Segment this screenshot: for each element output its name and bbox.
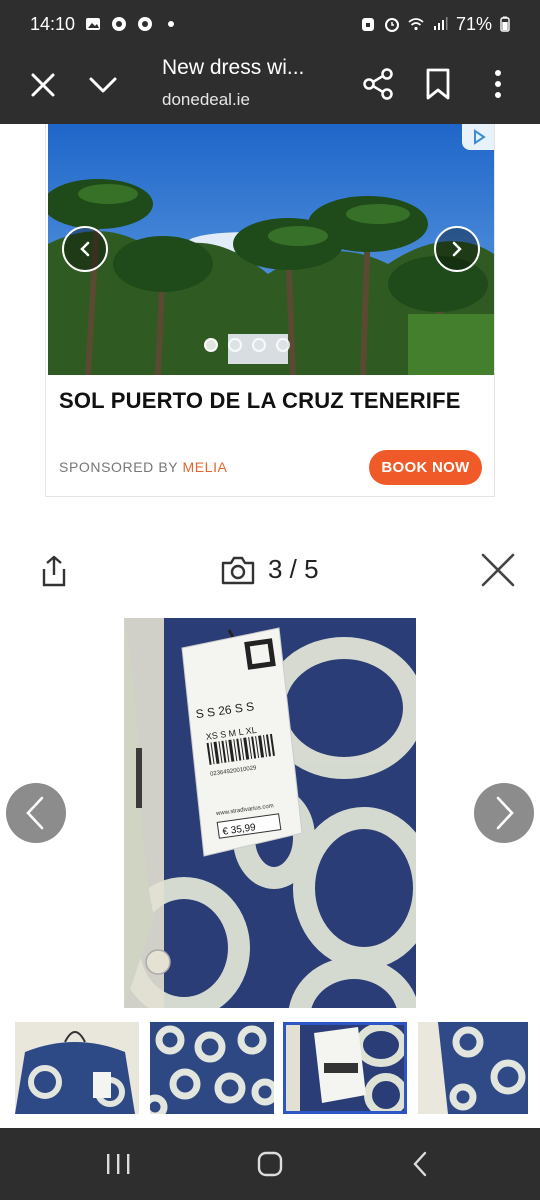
system-navigation-bar [0, 1128, 540, 1200]
chevron-right-icon [452, 241, 462, 257]
gallery-prev-button[interactable] [6, 783, 66, 843]
dot-icon [168, 21, 175, 27]
bookmark-icon[interactable] [422, 66, 454, 102]
carousel-dot[interactable] [204, 338, 218, 352]
close-icon[interactable] [478, 550, 518, 590]
status-bar: 14:10 71% [0, 0, 540, 48]
main-listing-photo[interactable]: S S 26 S S XS S M L XL 02364920010029 ww… [124, 618, 416, 1008]
carousel-dot[interactable] [252, 338, 266, 352]
gallery-counter: 3 / 5 [268, 554, 319, 584]
thumbnail-3-selected[interactable] [283, 1022, 407, 1114]
camera-icon [221, 556, 255, 585]
alarm-icon [384, 18, 399, 32]
book-now-button[interactable]: BOOK NOW [369, 450, 482, 485]
battery-percent: 71% [455, 13, 492, 34]
thumbnail-2[interactable] [150, 1022, 274, 1114]
gallery-next-button[interactable] [474, 783, 534, 843]
lock-icon [361, 18, 374, 31]
battery-icon [500, 16, 510, 32]
ad-carousel-dots [204, 338, 290, 352]
thumbnail-1[interactable] [15, 1022, 139, 1114]
chevron-right-icon [496, 796, 514, 830]
signal-icon [433, 17, 448, 30]
browser-toolbar: New dress wi... donedeal.ie [0, 48, 540, 124]
thumbnail-strip [0, 1020, 540, 1116]
chrome-icon [138, 17, 153, 31]
ad-headline[interactable]: SOL PUERTO DE LA CRUZ TENERIFE [59, 388, 461, 414]
share-icon[interactable] [360, 66, 396, 102]
ad-carousel-next-button[interactable] [434, 226, 480, 272]
chrome-icon [112, 17, 127, 31]
status-time: 14:10 [30, 13, 76, 34]
page-title[interactable]: New dress wi... [162, 56, 304, 80]
dress-with-price-tag-photo: S S 26 S S XS S M L XL 02364920010029 ww… [124, 618, 416, 1008]
page-url[interactable]: donedeal.ie [162, 90, 250, 110]
more-vert-icon[interactable] [484, 66, 512, 102]
ad-image-palm-trees[interactable] [48, 124, 494, 375]
thumbnail-4[interactable] [418, 1022, 528, 1114]
carousel-dot[interactable] [228, 338, 242, 352]
chevron-left-icon [26, 796, 44, 830]
share-upload-icon[interactable] [38, 554, 70, 588]
chevron-left-icon [80, 241, 90, 257]
gallery-header: 3 / 5 [0, 540, 540, 604]
back-icon[interactable] [410, 1150, 430, 1178]
close-icon[interactable] [26, 68, 60, 102]
ad-carousel-prev-button[interactable] [62, 226, 108, 272]
sponsored-ad[interactable]: SOL PUERTO DE LA CRUZ TENERIFE SPONSORED… [45, 124, 495, 497]
chevron-down-icon[interactable] [86, 68, 120, 102]
sponsor-brand[interactable]: MELIA [182, 459, 227, 475]
carousel-dot[interactable] [276, 338, 290, 352]
gallery-icon [86, 18, 101, 30]
recent-apps-icon[interactable] [104, 1152, 132, 1176]
sponsored-prefix: SPONSORED BY [59, 459, 178, 475]
ad-sponsor-line: SPONSORED BY MELIA [59, 459, 228, 475]
wifi-icon [408, 18, 424, 31]
home-icon[interactable] [256, 1150, 284, 1178]
adchoices-icon[interactable] [462, 124, 494, 150]
